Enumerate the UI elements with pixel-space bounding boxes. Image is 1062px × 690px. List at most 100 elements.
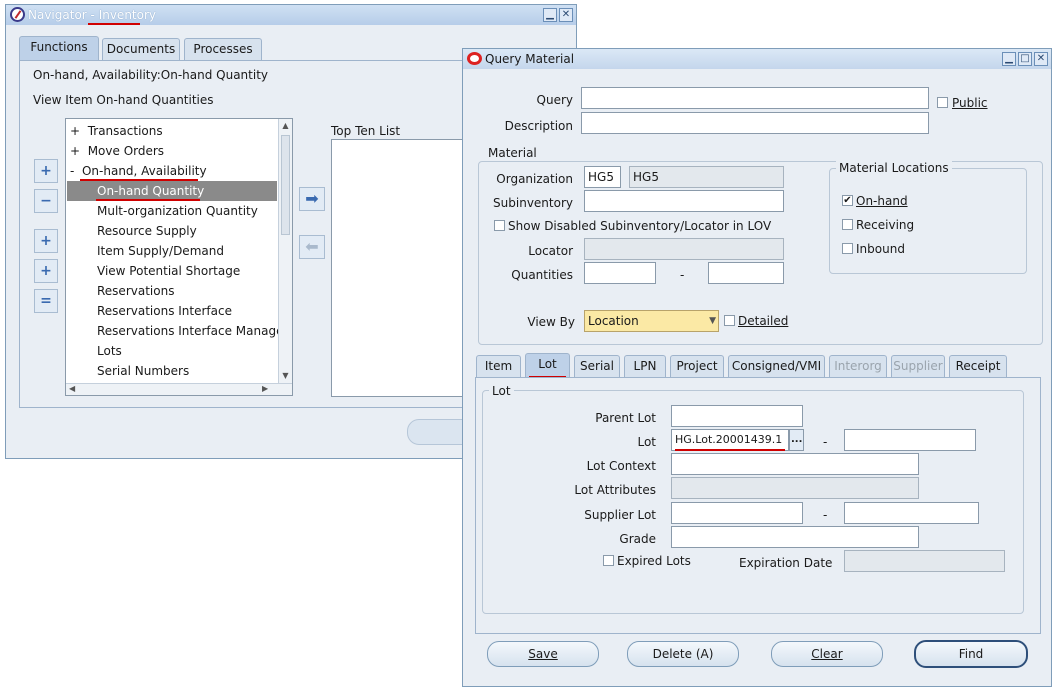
- lot-lov-button[interactable]: ...: [789, 429, 804, 451]
- inbound-checkbox[interactable]: [842, 243, 853, 254]
- onhand-checkbox[interactable]: ✔: [842, 195, 853, 206]
- query-title: Query Material: [485, 52, 575, 66]
- delete-button-label: Delete (A): [652, 647, 714, 661]
- close-icon[interactable]: ✕: [559, 8, 573, 22]
- add-to-top-ten-icon[interactable]: ➡: [299, 187, 325, 211]
- tab-receipt[interactable]: Receipt: [949, 355, 1007, 377]
- tree-item-item-supply-demand[interactable]: Item Supply/Demand: [97, 244, 224, 258]
- detailed-label: Detailed: [738, 314, 789, 328]
- description-label: Description: [504, 119, 573, 133]
- tree-item-reservations[interactable]: Reservations: [97, 284, 174, 298]
- view-by-value: Location: [588, 314, 639, 328]
- annotation-underline: [675, 449, 785, 451]
- maximize-icon[interactable]: □: [1018, 52, 1032, 66]
- annotation-underline: [88, 23, 140, 25]
- lot-context-input[interactable]: [671, 453, 919, 475]
- receiving-checkbox[interactable]: [842, 219, 853, 230]
- find-button-label: Find: [958, 647, 984, 661]
- find-button[interactable]: Find: [914, 640, 1028, 668]
- save-button-label: Save: [528, 647, 558, 661]
- query-titlebar[interactable]: Query Material ▁ □ ✕: [463, 49, 1051, 69]
- tree-item-onhand-quantity[interactable]: On-hand Quantity: [67, 181, 277, 201]
- tree-horizontal-scrollbar[interactable]: ◀ ▶: [66, 383, 292, 395]
- clear-button-label: Clear: [811, 647, 843, 661]
- expand-icon[interactable]: +: [34, 159, 58, 183]
- tab-documents[interactable]: Documents: [102, 38, 180, 60]
- tab-processes[interactable]: Processes: [184, 38, 262, 60]
- quantity-to-input[interactable]: [708, 262, 784, 284]
- delete-button[interactable]: Delete (A): [627, 641, 739, 667]
- function-tree: + Transactions + Move Orders - On-hand, …: [65, 118, 293, 396]
- lot-dash: -: [823, 435, 828, 449]
- tree-item-serial-numbers[interactable]: Serial Numbers: [97, 364, 189, 378]
- clear-button[interactable]: Clear: [771, 641, 883, 667]
- tree-item-transactions[interactable]: + Transactions: [70, 124, 163, 138]
- navigator-description: View Item On-hand Quantities: [33, 93, 214, 107]
- top-ten-label: Top Ten List: [331, 124, 401, 138]
- tab-consigned-vmi[interactable]: Consigned/VMI: [728, 355, 825, 377]
- navigator-title-prefix: Navigator -: [28, 8, 99, 22]
- scroll-up-icon[interactable]: ▲: [279, 119, 292, 133]
- collapse-icon[interactable]: −: [34, 189, 58, 213]
- tab-supplier: Supplier: [891, 355, 945, 377]
- parent-lot-input[interactable]: [671, 405, 803, 427]
- detailed-checkbox[interactable]: [724, 315, 735, 326]
- view-by-select[interactable]: Location ▼: [584, 310, 719, 332]
- tab-project[interactable]: Project: [670, 355, 724, 377]
- locator-field: [584, 238, 784, 260]
- scroll-right-icon[interactable]: ▶: [262, 384, 268, 393]
- public-checkbox[interactable]: [937, 97, 948, 108]
- supplier-lot-dash: -: [823, 508, 828, 522]
- quantities-label: Quantities: [511, 268, 573, 282]
- chevron-down-icon[interactable]: ▼: [709, 311, 716, 331]
- organization-code-input[interactable]: HG5: [584, 166, 621, 188]
- query-input[interactable]: [581, 87, 929, 109]
- tree-vertical-scrollbar[interactable]: ▲ ▼: [278, 119, 292, 383]
- save-button[interactable]: Save: [487, 641, 599, 667]
- grade-input[interactable]: [671, 526, 919, 548]
- subinventory-input[interactable]: [584, 190, 784, 212]
- tab-item[interactable]: Item: [476, 355, 521, 377]
- show-disabled-label: Show Disabled Subinventory/Locator in LO…: [508, 219, 772, 233]
- tree-item-lots[interactable]: Lots: [97, 344, 122, 358]
- tab-lot[interactable]: Lot: [525, 353, 570, 377]
- tree-item-onhand-availability[interactable]: - On-hand, Availability: [70, 164, 207, 178]
- tree-item-reservations-interface-manager[interactable]: Reservations Interface Manager: [97, 324, 288, 338]
- tab-lpn[interactable]: LPN: [624, 355, 666, 377]
- scroll-thumb[interactable]: [281, 135, 290, 235]
- quantity-dash: -: [680, 268, 685, 282]
- collapse-all-icon[interactable]: =: [34, 289, 58, 313]
- query-label: Query: [536, 93, 573, 107]
- tree-item-reservations-interface[interactable]: Reservations Interface: [97, 304, 232, 318]
- minimize-icon[interactable]: ▁: [543, 8, 557, 22]
- expand-all-icon[interactable]: +: [34, 259, 58, 283]
- lot-attributes-label: Lot Attributes: [574, 483, 656, 497]
- description-input[interactable]: [581, 112, 929, 134]
- show-disabled-checkbox[interactable]: [494, 220, 505, 231]
- supplier-lot-to-input[interactable]: [844, 502, 979, 524]
- tree-item-move-orders[interactable]: + Move Orders: [70, 144, 164, 158]
- supplier-lot-from-input[interactable]: [671, 502, 803, 524]
- tree-item-view-potential-shortage[interactable]: View Potential Shortage: [97, 264, 240, 278]
- scroll-down-icon[interactable]: ▼: [279, 369, 292, 383]
- lot-from-input[interactable]: HG.Lot.20001439.1: [671, 429, 789, 451]
- locator-label: Locator: [528, 244, 573, 258]
- lot-label: Lot: [637, 435, 656, 449]
- tab-interorg: Interorg: [829, 355, 887, 377]
- tab-serial[interactable]: Serial: [574, 355, 620, 377]
- lot-to-input[interactable]: [844, 429, 976, 451]
- onhand-label: On-hand: [856, 194, 908, 208]
- scroll-left-icon[interactable]: ◀: [69, 384, 75, 393]
- minimize-icon[interactable]: ▁: [1002, 52, 1016, 66]
- close-icon[interactable]: ✕: [1034, 52, 1048, 66]
- organization-name-field: HG5: [629, 166, 784, 188]
- navigator-titlebar[interactable]: Navigator - Inventory ▁ ✕: [6, 5, 576, 25]
- tab-functions[interactable]: Functions: [19, 36, 99, 60]
- tree-item-mult-org-quantity[interactable]: Mult-organization Quantity: [97, 204, 258, 218]
- lot-attributes-field: [671, 477, 919, 499]
- quantity-from-input[interactable]: [584, 262, 656, 284]
- expand-branch-icon[interactable]: +: [34, 229, 58, 253]
- remove-from-top-ten-icon[interactable]: ⬅: [299, 235, 325, 259]
- expired-lots-checkbox[interactable]: [603, 555, 614, 566]
- tree-item-resource-supply[interactable]: Resource Supply: [97, 224, 197, 238]
